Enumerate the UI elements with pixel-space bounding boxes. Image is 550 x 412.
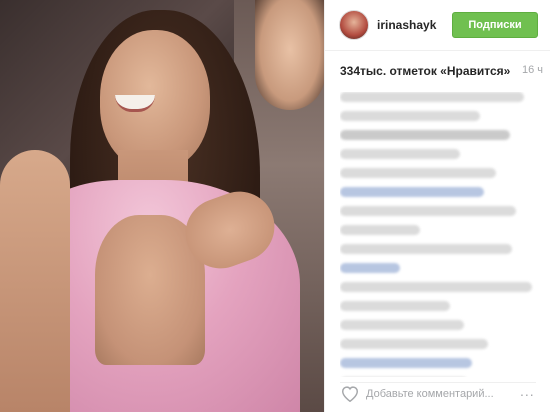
comment-line [340,339,488,349]
avatar[interactable] [339,10,369,40]
comments-list[interactable] [340,92,540,377]
comment-line [340,149,460,159]
comment-line [340,111,480,121]
comment-line [340,168,496,178]
photo-background-person [255,0,324,110]
photo-left-arm [0,150,70,412]
comment-line [340,301,450,311]
comment-line [340,320,464,330]
comment-line [340,282,532,292]
heart-icon[interactable] [341,386,359,402]
comment-line [340,358,472,368]
panel-divider [324,0,325,412]
comment-line [340,92,524,102]
more-options-button[interactable]: ... [520,383,535,399]
post-header: irinashayk Подписки [325,0,550,51]
comment-line [340,225,420,235]
username-link[interactable]: irinashayk [377,18,436,32]
comment-line [340,206,516,216]
post-photo[interactable] [0,0,324,412]
add-comment-input[interactable]: Добавьте комментарий... [366,388,494,400]
post-time[interactable]: 16 ч [522,64,543,76]
comment-line [340,244,512,254]
comment-line [340,187,484,197]
footer-divider [340,382,536,383]
comment-line [340,263,400,273]
follow-button[interactable]: Подписки [452,12,538,38]
likes-count[interactable]: 334тыс. отметок «Нравится» [340,64,540,82]
comment-line [340,130,510,140]
